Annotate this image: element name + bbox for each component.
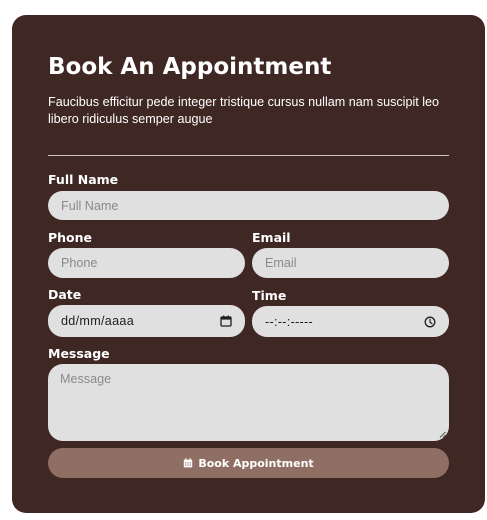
book-appointment-button[interactable]: Book Appointment: [48, 448, 449, 478]
appointment-card: Book An Appointment Faucibus efficitur p…: [12, 15, 485, 513]
phone-placeholder: Phone: [61, 256, 98, 270]
email-input[interactable]: Email: [252, 248, 449, 278]
time-label: Time: [252, 288, 287, 303]
phone-input[interactable]: Phone: [48, 248, 245, 278]
time-value: --:--:-----: [265, 314, 314, 329]
book-appointment-label: Book Appointment: [198, 456, 314, 470]
clock-icon[interactable]: [424, 316, 436, 328]
form-title: Book An Appointment: [48, 54, 332, 80]
resize-handle-icon[interactable]: [439, 431, 446, 438]
date-value: dd/mm/aaaa: [61, 314, 135, 328]
calendar-icon[interactable]: [220, 315, 232, 327]
phone-label: Phone: [48, 230, 93, 245]
message-placeholder: Message: [60, 372, 112, 386]
full-name-placeholder: Full Name: [61, 198, 119, 213]
divider: [48, 155, 449, 156]
message-label: Message: [48, 346, 110, 361]
full-name-label: Full Name: [48, 172, 119, 187]
time-input[interactable]: --:--:-----: [252, 306, 449, 337]
email-placeholder: Email: [265, 256, 297, 270]
date-label: Date: [48, 287, 82, 302]
date-input[interactable]: dd/mm/aaaa: [48, 305, 245, 337]
calendar-icon: [184, 458, 193, 468]
message-textarea[interactable]: Message: [48, 364, 449, 441]
email-label: Email: [252, 230, 291, 245]
form-description: Faucibus efficitur pede integer tristiqu…: [48, 95, 440, 126]
full-name-input[interactable]: Full Name: [48, 191, 449, 220]
